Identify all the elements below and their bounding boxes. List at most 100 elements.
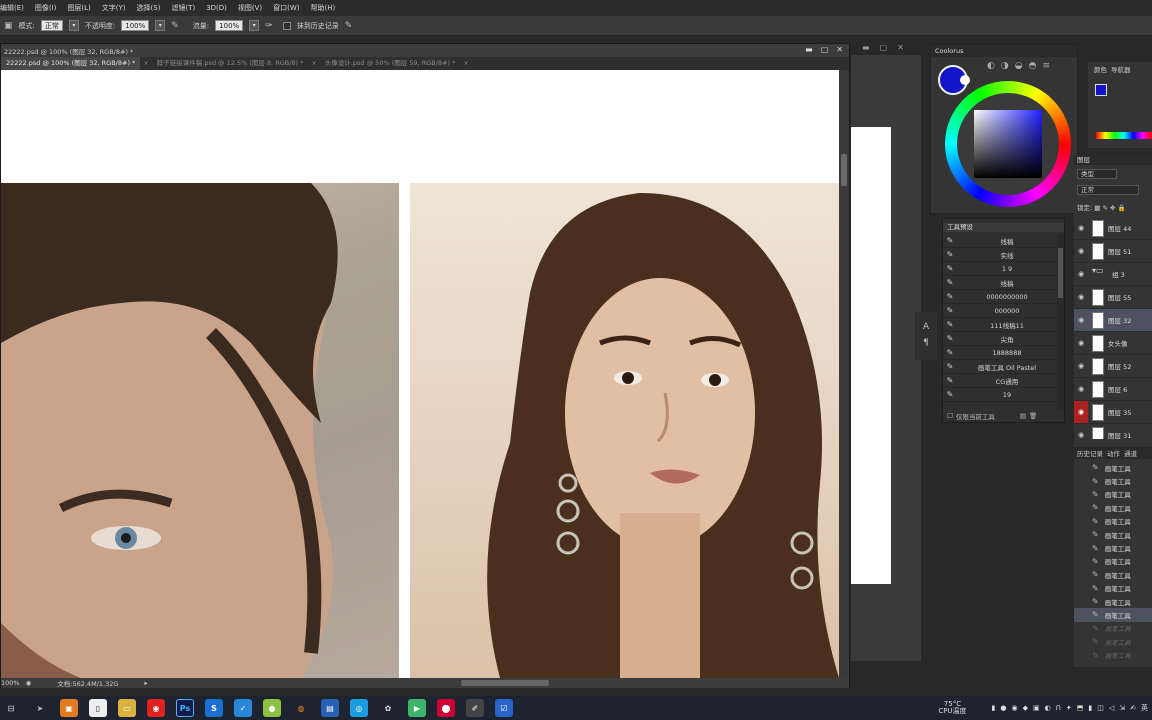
document-tab[interactable]: 头像设计.psd @ 50% (图层 59, RGB/8#) *	[320, 57, 461, 70]
menu-item[interactable]: 图像(I)	[35, 3, 57, 13]
tray-icon[interactable]: ▮	[1088, 704, 1092, 712]
flow-input[interactable]: 100%	[215, 20, 244, 31]
paragraph-icon[interactable]: ¶	[923, 338, 929, 348]
visibility-eye-icon[interactable]: ◉	[1074, 401, 1088, 423]
delete-preset-icon[interactable]: 🗑	[1029, 412, 1037, 420]
history-item[interactable]: ✎ 画笔工具	[1074, 461, 1152, 474]
play-icon[interactable]: ▶	[408, 699, 426, 717]
preset-item[interactable]: ✎ 111线稿11	[943, 318, 1057, 332]
flow-dropdown-icon[interactable]: ▾	[249, 20, 260, 31]
brush-tip-icon[interactable]: ◑	[1001, 61, 1009, 71]
visibility-eye-icon[interactable]: ◉	[1074, 339, 1088, 347]
menu-item[interactable]: 滤镜(T)	[171, 3, 195, 13]
layer-row[interactable]: ◉ ▾▭ 组 3	[1074, 263, 1152, 286]
menu-item[interactable]: 编辑(E)	[0, 3, 24, 13]
zoom-level[interactable]: 100%	[1, 679, 20, 687]
mode-select[interactable]: 正常	[40, 20, 63, 31]
preset-item[interactable]: ✎ 0000000000	[943, 290, 1057, 304]
blue-app-icon[interactable]: ▤	[321, 699, 339, 717]
tray-icon[interactable]: ✦	[1066, 704, 1072, 712]
green-app-icon[interactable]: ●	[263, 699, 281, 717]
task-app-icon[interactable]: ☑	[495, 699, 513, 717]
visibility-eye-icon[interactable]: ◉	[1074, 362, 1088, 370]
saturation-value-square[interactable]	[974, 110, 1042, 178]
color-ramp[interactable]	[1096, 132, 1152, 139]
sketch-icon[interactable]: S	[205, 699, 223, 717]
panel-tab[interactable]: 导航器	[1111, 64, 1131, 74]
visibility-eye-icon[interactable]: ◉	[1074, 385, 1088, 393]
app-arrow-icon[interactable]: ➤	[31, 699, 49, 717]
history-item[interactable]: ✎ 画笔工具	[1074, 501, 1152, 514]
horizontal-scroll-thumb[interactable]	[461, 680, 549, 686]
menu-item[interactable]: 图层(L)	[67, 3, 90, 13]
visibility-eye-icon[interactable]: ◉	[1074, 224, 1088, 232]
preset-item[interactable]: ✎ 线稿	[943, 234, 1057, 248]
tray-icon[interactable]: ⇲	[1119, 704, 1125, 712]
preset-item[interactable]: ✎ 线稿	[943, 276, 1057, 290]
current-tool-only-checkbox[interactable]: ☐	[947, 412, 953, 420]
weibo-icon[interactable]: ◉	[147, 699, 165, 717]
blend-mode-select[interactable]: 正常	[1077, 185, 1139, 195]
preset-item[interactable]: ✎ 实线	[943, 248, 1057, 262]
status-menu-arrow-icon[interactable]: ▸	[144, 679, 147, 687]
preset-item[interactable]: ✎ 19	[943, 388, 1057, 402]
new-preset-icon[interactable]: ▤	[1020, 412, 1026, 420]
panel-tab[interactable]: 颜色	[1094, 64, 1107, 74]
preset-item[interactable]: ✎ 尖角	[943, 332, 1057, 346]
tray-icon[interactable]: ◉	[1012, 704, 1018, 712]
tray-icon[interactable]: ◆	[1023, 704, 1028, 712]
close-icon[interactable]: ✕	[836, 45, 843, 54]
history-item[interactable]: ✎ 画笔工具	[1074, 555, 1152, 568]
history-item[interactable]: ✎ 画笔工具	[1074, 488, 1152, 501]
preset-item[interactable]: ✎ 画笔工具 Oil Pastel	[943, 360, 1057, 374]
task-view-icon[interactable]: ⊟	[2, 699, 20, 717]
tray-icon[interactable]: ▮	[992, 704, 996, 712]
minimize-icon[interactable]: ▬	[805, 45, 813, 54]
canvas[interactable]	[1, 70, 839, 678]
tab-close-icon[interactable]: ×	[460, 57, 471, 70]
menu-item[interactable]: 窗口(W)	[273, 3, 299, 13]
preset-item[interactable]: ✎ 1888888	[943, 346, 1057, 360]
folder-icon[interactable]: ▭	[118, 699, 136, 717]
blender-icon[interactable]: ◍	[292, 699, 310, 717]
history-item[interactable]: ✎ 画笔工具	[1074, 568, 1152, 581]
checkmark-app-icon[interactable]: ✓	[234, 699, 252, 717]
menu-item[interactable]: 视图(V)	[238, 3, 262, 13]
preset-item[interactable]: ✎ 1 9	[943, 262, 1057, 276]
history-item[interactable]: ✎ 画笔工具	[1074, 528, 1152, 541]
history-item[interactable]: ✎ 画笔工具	[1074, 622, 1152, 635]
layer-row[interactable]: ◉ 图层 51	[1074, 240, 1152, 263]
document-titlebar[interactable]: 22222.psd @ 100% (图层 32, RGB/8#) * ▬ ▢ ✕	[1, 44, 849, 57]
brush-tip-icon[interactable]: ◒	[1015, 61, 1023, 71]
brush-tip-icon[interactable]: ◐	[987, 61, 995, 71]
history-tab[interactable]: 通道	[1124, 449, 1137, 459]
photoshop-icon[interactable]: Ps	[176, 699, 194, 717]
maximize-icon[interactable]: ▢	[880, 43, 888, 52]
layer-row[interactable]: ◉ 女头像	[1074, 332, 1152, 355]
app-tile-icon[interactable]: ▣	[60, 699, 78, 717]
tray-icon[interactable]: ◁	[1109, 704, 1114, 712]
opacity-input[interactable]: 100%	[121, 20, 150, 31]
document-icon[interactable]: ▯	[89, 699, 107, 717]
menu-item[interactable]: 文字(Y)	[102, 3, 126, 13]
preset-item[interactable]: ✎ CG通用	[943, 374, 1057, 388]
layer-row[interactable]: ◉ 图层 44	[1074, 217, 1152, 240]
color-wheel[interactable]	[945, 81, 1071, 207]
layer-row[interactable]: ◉ 图层 55	[1074, 286, 1152, 309]
visibility-eye-icon[interactable]: ◉	[1074, 431, 1088, 439]
layer-row[interactable]: ◉ 图层 31	[1074, 424, 1152, 439]
visibility-eye-icon[interactable]: ◉	[1074, 293, 1088, 301]
character-icon[interactable]: A	[923, 322, 929, 332]
history-tab[interactable]: 历史记录	[1077, 449, 1103, 459]
pressure-opacity-icon[interactable]: ✎	[171, 21, 179, 31]
history-checkbox[interactable]	[282, 21, 291, 30]
brush-tip-icon[interactable]: ◓	[1029, 61, 1037, 71]
history-item[interactable]: ✎ 画笔工具	[1074, 474, 1152, 487]
maximize-icon[interactable]: ▢	[821, 45, 829, 54]
tab-close-icon[interactable]: ×	[308, 57, 319, 70]
document-tab[interactable]: 22222.psd @ 100% (图层 32, RGB/8#) *	[1, 57, 141, 70]
presets-scroll-thumb[interactable]	[1058, 248, 1063, 298]
menu-item[interactable]: 帮助(H)	[311, 3, 336, 13]
airbrush-icon[interactable]: ✑	[265, 21, 273, 31]
close-icon[interactable]: ✕	[897, 43, 904, 52]
